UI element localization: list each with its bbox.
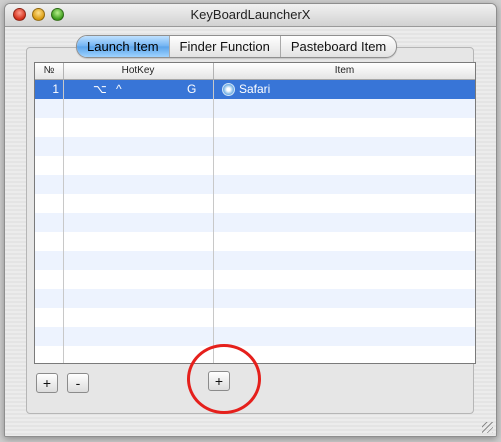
tab-bar: Launch Item Finder Function Pasteboard I…: [76, 35, 398, 58]
safari-icon: [222, 83, 235, 96]
table-row[interactable]: [35, 232, 475, 251]
highlight-circle: [187, 344, 261, 414]
table-body: 1 ⌥ ^ G Safari: [35, 80, 475, 363]
item-name: Safari: [239, 82, 271, 96]
table-row[interactable]: [35, 156, 475, 175]
table-row[interactable]: [35, 194, 475, 213]
column-divider: [213, 80, 214, 363]
item-cell: Safari: [222, 80, 270, 99]
table-row[interactable]: [35, 327, 475, 346]
tab-finder-function[interactable]: Finder Function: [170, 36, 281, 57]
tab-pasteboard-item[interactable]: Pasteboard Item: [281, 36, 396, 57]
title-bar: KeyBoardLauncherX: [5, 4, 496, 27]
table-row[interactable]: [35, 118, 475, 137]
table-row[interactable]: [35, 308, 475, 327]
remove-hotkey-button[interactable]: -: [67, 373, 89, 393]
control-modifier: ^: [116, 82, 122, 96]
table-row[interactable]: [35, 99, 475, 118]
column-divider: [63, 80, 64, 363]
add-hotkey-button[interactable]: +: [36, 373, 58, 393]
hotkey-key: G: [187, 82, 197, 96]
row-number: 1: [52, 82, 59, 96]
column-header-hotkey[interactable]: HotKey: [63, 63, 214, 79]
table-header: № HotKey Item: [35, 63, 475, 80]
launch-items-table[interactable]: № HotKey Item 1 ⌥ ^ G Safari: [34, 62, 476, 364]
resize-grip[interactable]: [482, 422, 493, 433]
table-row[interactable]: [35, 289, 475, 308]
table-row[interactable]: [35, 137, 475, 156]
column-header-number[interactable]: №: [35, 63, 64, 79]
table-row[interactable]: [35, 175, 475, 194]
table-row[interactable]: [35, 270, 475, 289]
column-header-item[interactable]: Item: [214, 63, 475, 79]
option-modifier: ⌥: [93, 82, 107, 96]
table-row[interactable]: 1 ⌥ ^ G Safari: [35, 80, 475, 99]
table-row[interactable]: [35, 251, 475, 270]
window-title: KeyBoardLauncherX: [190, 7, 311, 22]
app-window: KeyBoardLauncherX Launch Item Finder Fun…: [4, 3, 497, 437]
tab-launch-item[interactable]: Launch Item: [77, 36, 170, 57]
table-row[interactable]: [35, 213, 475, 232]
